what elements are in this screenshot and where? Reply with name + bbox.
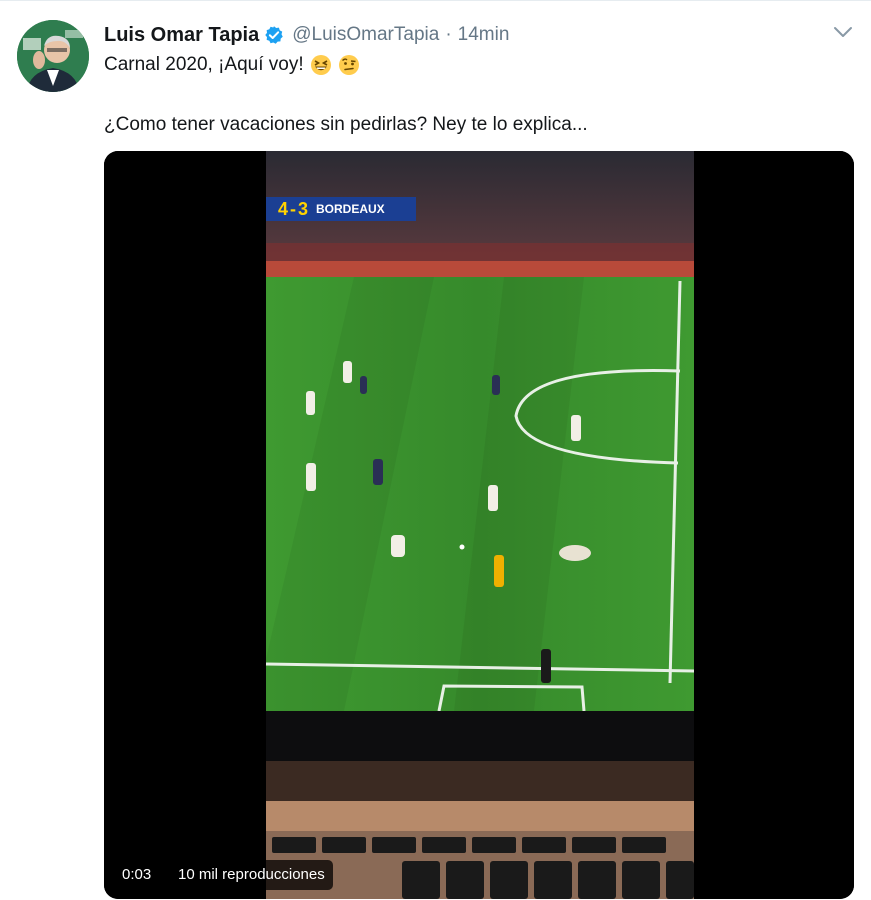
video-player[interactable]: 4-3 BORDEAUX 0:03 10 mil reproducciones (104, 151, 854, 899)
verified-badge-icon (265, 26, 283, 44)
separator-dot: · (445, 24, 452, 45)
face-with-raised-eyebrow-icon (338, 55, 359, 75)
team-name: BORDEAUX (316, 202, 385, 216)
scoreboard-overlay: 4-3 BORDEAUX (266, 197, 416, 221)
avatar-image (17, 20, 89, 92)
avatar[interactable] (17, 20, 89, 92)
laptop-bezel (266, 711, 694, 761)
author-name[interactable]: Luis Omar Tapia (104, 24, 259, 47)
video-view-count: 10 mil reproducciones (170, 860, 333, 890)
timestamp[interactable]: 14min (458, 24, 510, 46)
author-handle[interactable]: @LuisOmarTapia (292, 24, 439, 46)
video-frame (104, 151, 854, 899)
score-value: 4-3 (278, 198, 311, 219)
tweet-text: Carnal 2020, ¡Aquí voy! (104, 54, 304, 75)
video-elapsed-time: 0:03 (114, 860, 160, 890)
grinning-squinting-face-icon (310, 55, 331, 75)
tweet-header: Luis Omar Tapia @LuisOmarTapia · 14min (104, 22, 509, 48)
chevron-down-icon[interactable] (832, 24, 854, 40)
ad-boards (266, 261, 694, 277)
tweet-text-line-1: Carnal 2020, ¡Aquí voy! (104, 54, 360, 76)
tweet-text-line-2: ¿Como tener vacaciones sin pedirlas? Ney… (104, 114, 588, 135)
divider-line (0, 0, 871, 1)
